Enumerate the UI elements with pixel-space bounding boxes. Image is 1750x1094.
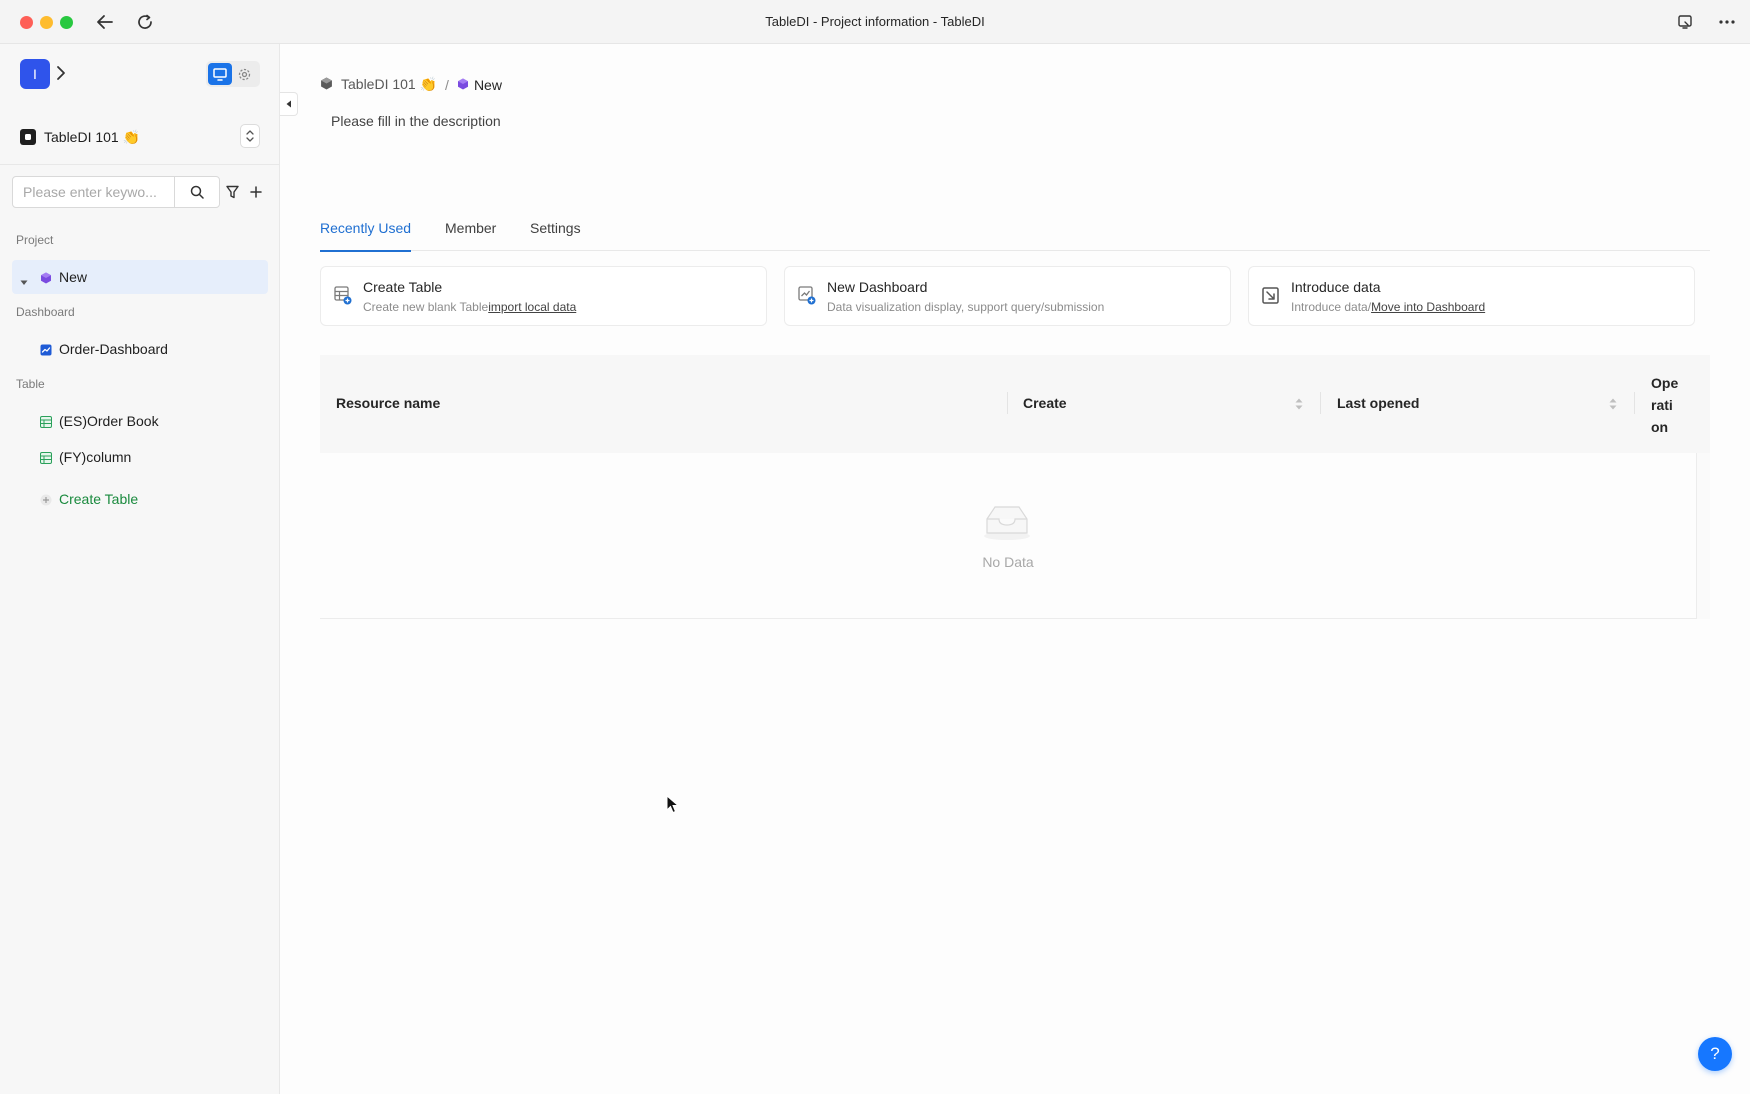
settings-gear-icon[interactable]	[232, 63, 256, 85]
table-scrollbar[interactable]	[1696, 453, 1710, 619]
workspace-avatar[interactable]: I	[20, 59, 50, 89]
view-mode-toggle	[206, 61, 260, 87]
create-table-card[interactable]: Create Table Create new blank Tableimpor…	[320, 266, 767, 326]
sidebar-item-label: (FY)column	[59, 449, 132, 465]
table-icon	[40, 451, 52, 464]
project-name: TableDI 101 👏	[44, 128, 141, 145]
create-table-label: Create Table	[59, 491, 139, 507]
sort-icon[interactable]	[1608, 397, 1618, 411]
plus-icon	[40, 493, 52, 506]
project-description[interactable]: Please fill in the description	[331, 113, 501, 129]
sidebar-item-new[interactable]: New	[12, 260, 268, 294]
sidebar-item-label: (ES)Order Book	[59, 413, 159, 429]
mouse-cursor-icon	[666, 794, 680, 815]
card-description: Introduce data/Move into Dashboard	[1291, 300, 1485, 314]
sidebar-item-es-order-book[interactable]: (ES)Order Book	[12, 404, 268, 438]
window-title: TableDI - Project information - TableDI	[765, 14, 985, 29]
tab-bar: Recently Used Member Settings	[320, 219, 1710, 252]
section-label-table: Table	[16, 377, 45, 391]
card-title: New Dashboard	[827, 279, 928, 295]
new-dashboard-card[interactable]: New Dashboard Data visualization display…	[784, 266, 1231, 326]
updown-chevron-icon[interactable]	[240, 124, 260, 148]
cast-icon[interactable]	[1673, 10, 1697, 34]
tab-recently-used[interactable]: Recently Used	[320, 219, 412, 252]
window-titlebar: TableDI - Project information - TableDI	[0, 0, 1750, 44]
chevron-right-icon[interactable]	[56, 65, 66, 84]
resource-table-header: Resource name Create Last opened Ope rat…	[320, 355, 1710, 453]
sidebar-item-label: New	[59, 269, 88, 285]
column-header-resource-name: Resource name	[336, 395, 441, 411]
search-input[interactable]	[13, 177, 175, 207]
card-desc-text: Create new blank Table	[363, 300, 489, 314]
column-divider	[1634, 392, 1635, 414]
breadcrumb-separator: /	[445, 76, 449, 93]
create-table-icon	[334, 285, 352, 305]
table-icon	[40, 415, 52, 428]
tab-settings[interactable]: Settings	[530, 219, 581, 251]
sidebar-item-fy-column[interactable]: (FY)column	[12, 440, 268, 474]
column-divider	[1320, 392, 1321, 414]
more-icon[interactable]	[1715, 10, 1739, 34]
dashboard-icon	[40, 343, 52, 356]
column-header-last-opened[interactable]: Last opened	[1337, 395, 1419, 411]
project-logo-icon	[20, 129, 36, 145]
section-label-dashboard: Dashboard	[16, 305, 75, 319]
create-table-button[interactable]: Create Table	[12, 482, 268, 516]
search-box	[12, 176, 220, 208]
introduce-data-card[interactable]: Introduce data Introduce data/Move into …	[1248, 266, 1695, 326]
breadcrumb-root[interactable]: TableDI 101 👏	[341, 76, 437, 93]
column-header-create[interactable]: Create	[1023, 395, 1067, 411]
column-divider	[1007, 392, 1008, 414]
section-label-project: Project	[16, 233, 54, 247]
import-local-data-link[interactable]: import local data	[488, 300, 576, 314]
tab-member[interactable]: Member	[445, 219, 496, 251]
empty-state-text: No Data	[982, 554, 1034, 570]
sidebar: I TableDI 101 👏 Project	[0, 44, 280, 1094]
resource-table-body: No Data	[320, 453, 1710, 619]
card-description: Create new blank Tableimport local data	[363, 300, 576, 314]
cube-icon	[40, 271, 52, 284]
move-into-dashboard-link[interactable]: Move into Dashboard	[1371, 300, 1485, 314]
sidebar-divider	[0, 164, 280, 165]
card-desc-text: Introduce data/	[1291, 300, 1372, 314]
collapse-sidebar-button[interactable]	[280, 92, 298, 116]
empty-inbox-icon	[982, 501, 1032, 541]
search-icon[interactable]	[175, 177, 219, 207]
cube-icon	[457, 77, 469, 93]
filter-icon[interactable]	[224, 184, 240, 200]
sidebar-item-order-dashboard[interactable]: Order-Dashboard	[12, 332, 268, 366]
project-switcher[interactable]: TableDI 101 👏	[20, 124, 260, 150]
desktop-view-icon[interactable]	[208, 63, 232, 85]
card-description: Data visualization display, support quer…	[827, 300, 1105, 314]
new-dashboard-icon	[798, 285, 816, 305]
card-title: Introduce data	[1291, 279, 1381, 295]
import-icon	[1262, 285, 1280, 305]
breadcrumb-current: New	[473, 76, 502, 93]
sidebar-item-label: Order-Dashboard	[59, 341, 168, 357]
column-header-operation: Ope rati on	[1651, 375, 1679, 435]
add-icon[interactable]	[248, 184, 264, 200]
help-button[interactable]: ?	[1698, 1037, 1732, 1071]
card-title: Create Table	[363, 279, 443, 295]
breadcrumb: TableDI 101 👏 / New	[320, 76, 502, 93]
project-cube-icon	[320, 77, 333, 93]
sort-icon[interactable]	[1294, 397, 1304, 411]
caret-down-icon[interactable]	[20, 273, 28, 289]
